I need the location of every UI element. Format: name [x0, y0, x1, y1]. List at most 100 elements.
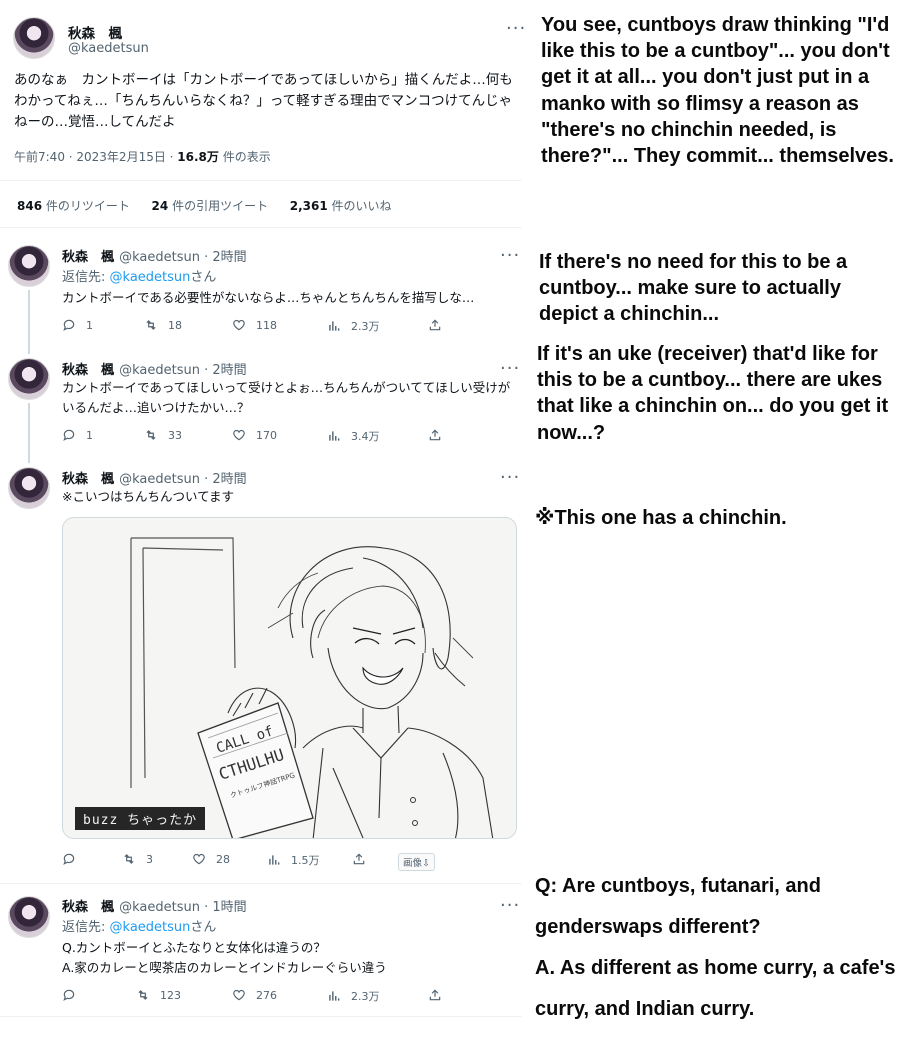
retweet-icon [144, 428, 158, 442]
reply-header: 秋森 楓 @kaedetsun · 2時間 [62, 246, 247, 265]
views-button[interactable]: 2.3万 [327, 318, 380, 334]
reply-avatar[interactable] [8, 245, 50, 287]
share-button[interactable] [428, 988, 442, 1002]
divider [0, 180, 522, 181]
reply-button[interactable]: 1 [62, 428, 93, 442]
like-button[interactable]: 118 [232, 318, 277, 332]
tweet-thread: 秋森 楓 @kaedetsun ··· あのなぁ カントボーイは「カントボーイで… [0, 0, 525, 1046]
views-button[interactable]: 1.5万 [267, 852, 320, 868]
thread-line [28, 290, 30, 354]
share-icon [352, 852, 366, 866]
quotes-stat[interactable]: 24 件の引用ツイート [152, 199, 269, 213]
reply-text: カントボーイであってほしいって受けとよぉ…ちんちんがついててほしい受けがいるんだ… [62, 380, 511, 415]
heart-icon [192, 852, 206, 866]
main-avatar[interactable] [13, 17, 55, 59]
main-tweet-text: あのなぁ カントボーイは「カントボーイであってほしいから」描くんだよ…何もわかっ… [14, 72, 513, 130]
share-icon [428, 428, 442, 442]
comment-icon [62, 988, 76, 1002]
reply-handle-time[interactable]: @kaedetsun · 2時間 [119, 250, 247, 265]
reply-header: 秋森 楓 @kaedetsun · 2時間 [62, 359, 247, 378]
heart-icon [232, 318, 246, 332]
retweet-button[interactable]: 123 [136, 988, 181, 1002]
thread-line [28, 403, 30, 463]
divider [0, 883, 522, 884]
translation-caption: If there's no need for this to be a cunt… [539, 251, 848, 326]
reply-author-name[interactable]: 秋森 楓 [62, 250, 114, 265]
main-author-handle[interactable]: @kaedetsun [68, 41, 149, 56]
reply-author-name[interactable]: 秋森 楓 [62, 472, 114, 487]
reply-header: 秋森 楓 @kaedetsun · 2時間 [62, 468, 247, 487]
reply-handle-time[interactable]: @kaedetsun · 2時間 [119, 472, 247, 487]
translation-caption: ※This one has a chinchin. [535, 507, 787, 529]
main-tweet-stats: 846 件のリツイート 24 件の引用ツイート 2,361 件のいいね [17, 197, 392, 214]
reply-avatar[interactable] [8, 467, 50, 509]
reply-author-name[interactable]: 秋森 楓 [62, 363, 114, 378]
views-button[interactable]: 2.3万 [327, 988, 380, 1004]
translation-caption-line: Q: Are cuntboys, futanari, and genderswa… [535, 875, 821, 938]
more-icon[interactable]: ··· [506, 20, 526, 38]
share-button[interactable] [352, 852, 366, 866]
timestamp[interactable]: 午前7:40 · 2023年2月15日 · [14, 150, 177, 164]
reply-avatar[interactable] [8, 358, 50, 400]
reply-button[interactable] [62, 852, 86, 866]
analytics-icon [327, 429, 341, 443]
analytics-icon [327, 319, 341, 333]
reply-actions: 1 18 118 2.3万 [62, 318, 452, 336]
reply-actions: 1 33 170 3.4万 [62, 428, 452, 446]
reply-button[interactable] [62, 988, 86, 1002]
retweet-button[interactable]: 33 [144, 428, 182, 442]
retweet-button[interactable]: 3 [122, 852, 153, 866]
reply-actions: 3 28 1.5万 画像⇩ [62, 852, 482, 871]
reply-actions: 123 276 2.3万 [62, 988, 452, 1006]
like-button[interactable]: 28 [192, 852, 230, 866]
share-button[interactable] [428, 428, 442, 442]
more-icon[interactable]: ··· [500, 247, 520, 265]
retweet-icon [136, 988, 150, 1002]
reply-handle-time[interactable]: @kaedetsun · 1時間 [119, 900, 247, 915]
translation-caption: Q: Are cuntboys, futanari, and genderswa… [535, 866, 903, 1030]
retweet-icon [122, 852, 136, 866]
like-button[interactable]: 170 [232, 428, 277, 442]
reply-text-line: A.家のカレーと喫茶店のカレーとインドカレーぐらい違う [62, 960, 387, 975]
reply-to: 返信先: @kaedetsunさん [62, 270, 217, 285]
comment-icon [62, 318, 76, 332]
reply-to: 返信先: @kaedetsunさん [62, 920, 217, 935]
retweets-stat[interactable]: 846 件のリツイート [17, 199, 130, 213]
share-button[interactable] [428, 318, 442, 332]
main-tweet-meta: 午前7:40 · 2023年2月15日 · 16.8万 件の表示 [14, 148, 271, 165]
reply-handle-time[interactable]: @kaedetsun · 2時間 [119, 363, 247, 378]
retweet-icon [144, 318, 158, 332]
reply-text-line: Q.カントボーイとふたなりと女体化は違うの？ [62, 940, 326, 955]
analytics-icon [327, 989, 341, 1003]
reply-button[interactable]: 1 [62, 318, 93, 332]
reply-text: カントボーイである必要性がないならよ…ちゃんとちんちんを描写しな… [62, 290, 475, 305]
main-author-name[interactable]: 秋森 楓 [68, 22, 122, 42]
like-button[interactable]: 276 [232, 988, 277, 1002]
views-label: 件の表示 [218, 150, 271, 164]
reply-author-name[interactable]: 秋森 楓 [62, 900, 114, 915]
comment-icon [62, 428, 76, 442]
reply-avatar[interactable] [8, 896, 50, 938]
analytics-icon [267, 853, 281, 867]
reply-text: Q.カントボーイとふたなりと女体化は違うの？ A.家のカレーと喫茶店のカレーとイ… [62, 938, 517, 978]
sketch-illustration: CALL of CTHULHU クトゥルフ神話TRPG [63, 518, 516, 838]
more-icon[interactable]: ··· [500, 897, 520, 915]
comment-icon [62, 852, 76, 866]
heart-icon [232, 988, 246, 1002]
translation-caption-line: A. As different as home curry, a cafe's … [535, 957, 896, 1020]
reply-to-link[interactable]: @kaedetsun [110, 270, 191, 285]
reply-to-link[interactable]: @kaedetsun [110, 920, 191, 935]
likes-stat[interactable]: 2,361 件のいいね [290, 199, 392, 213]
image-download-button[interactable]: 画像⇩ [398, 853, 435, 871]
retweet-button[interactable]: 18 [144, 318, 182, 332]
more-icon[interactable]: ··· [500, 469, 520, 487]
divider [0, 1016, 522, 1017]
views-count: 16.8万 [177, 150, 219, 164]
reply-header: 秋森 楓 @kaedetsun · 1時間 [62, 896, 247, 915]
translation-caption: You see, cuntboys draw thinking "I'd lik… [541, 14, 894, 168]
reply-text: ※こいつはちんちんついてます [62, 489, 234, 504]
views-button[interactable]: 3.4万 [327, 428, 380, 444]
attached-image[interactable]: CALL of CTHULHU クトゥルフ神話TRPG buzz ちゃったか [62, 517, 517, 839]
more-icon[interactable]: ··· [500, 360, 520, 378]
share-icon [428, 318, 442, 332]
